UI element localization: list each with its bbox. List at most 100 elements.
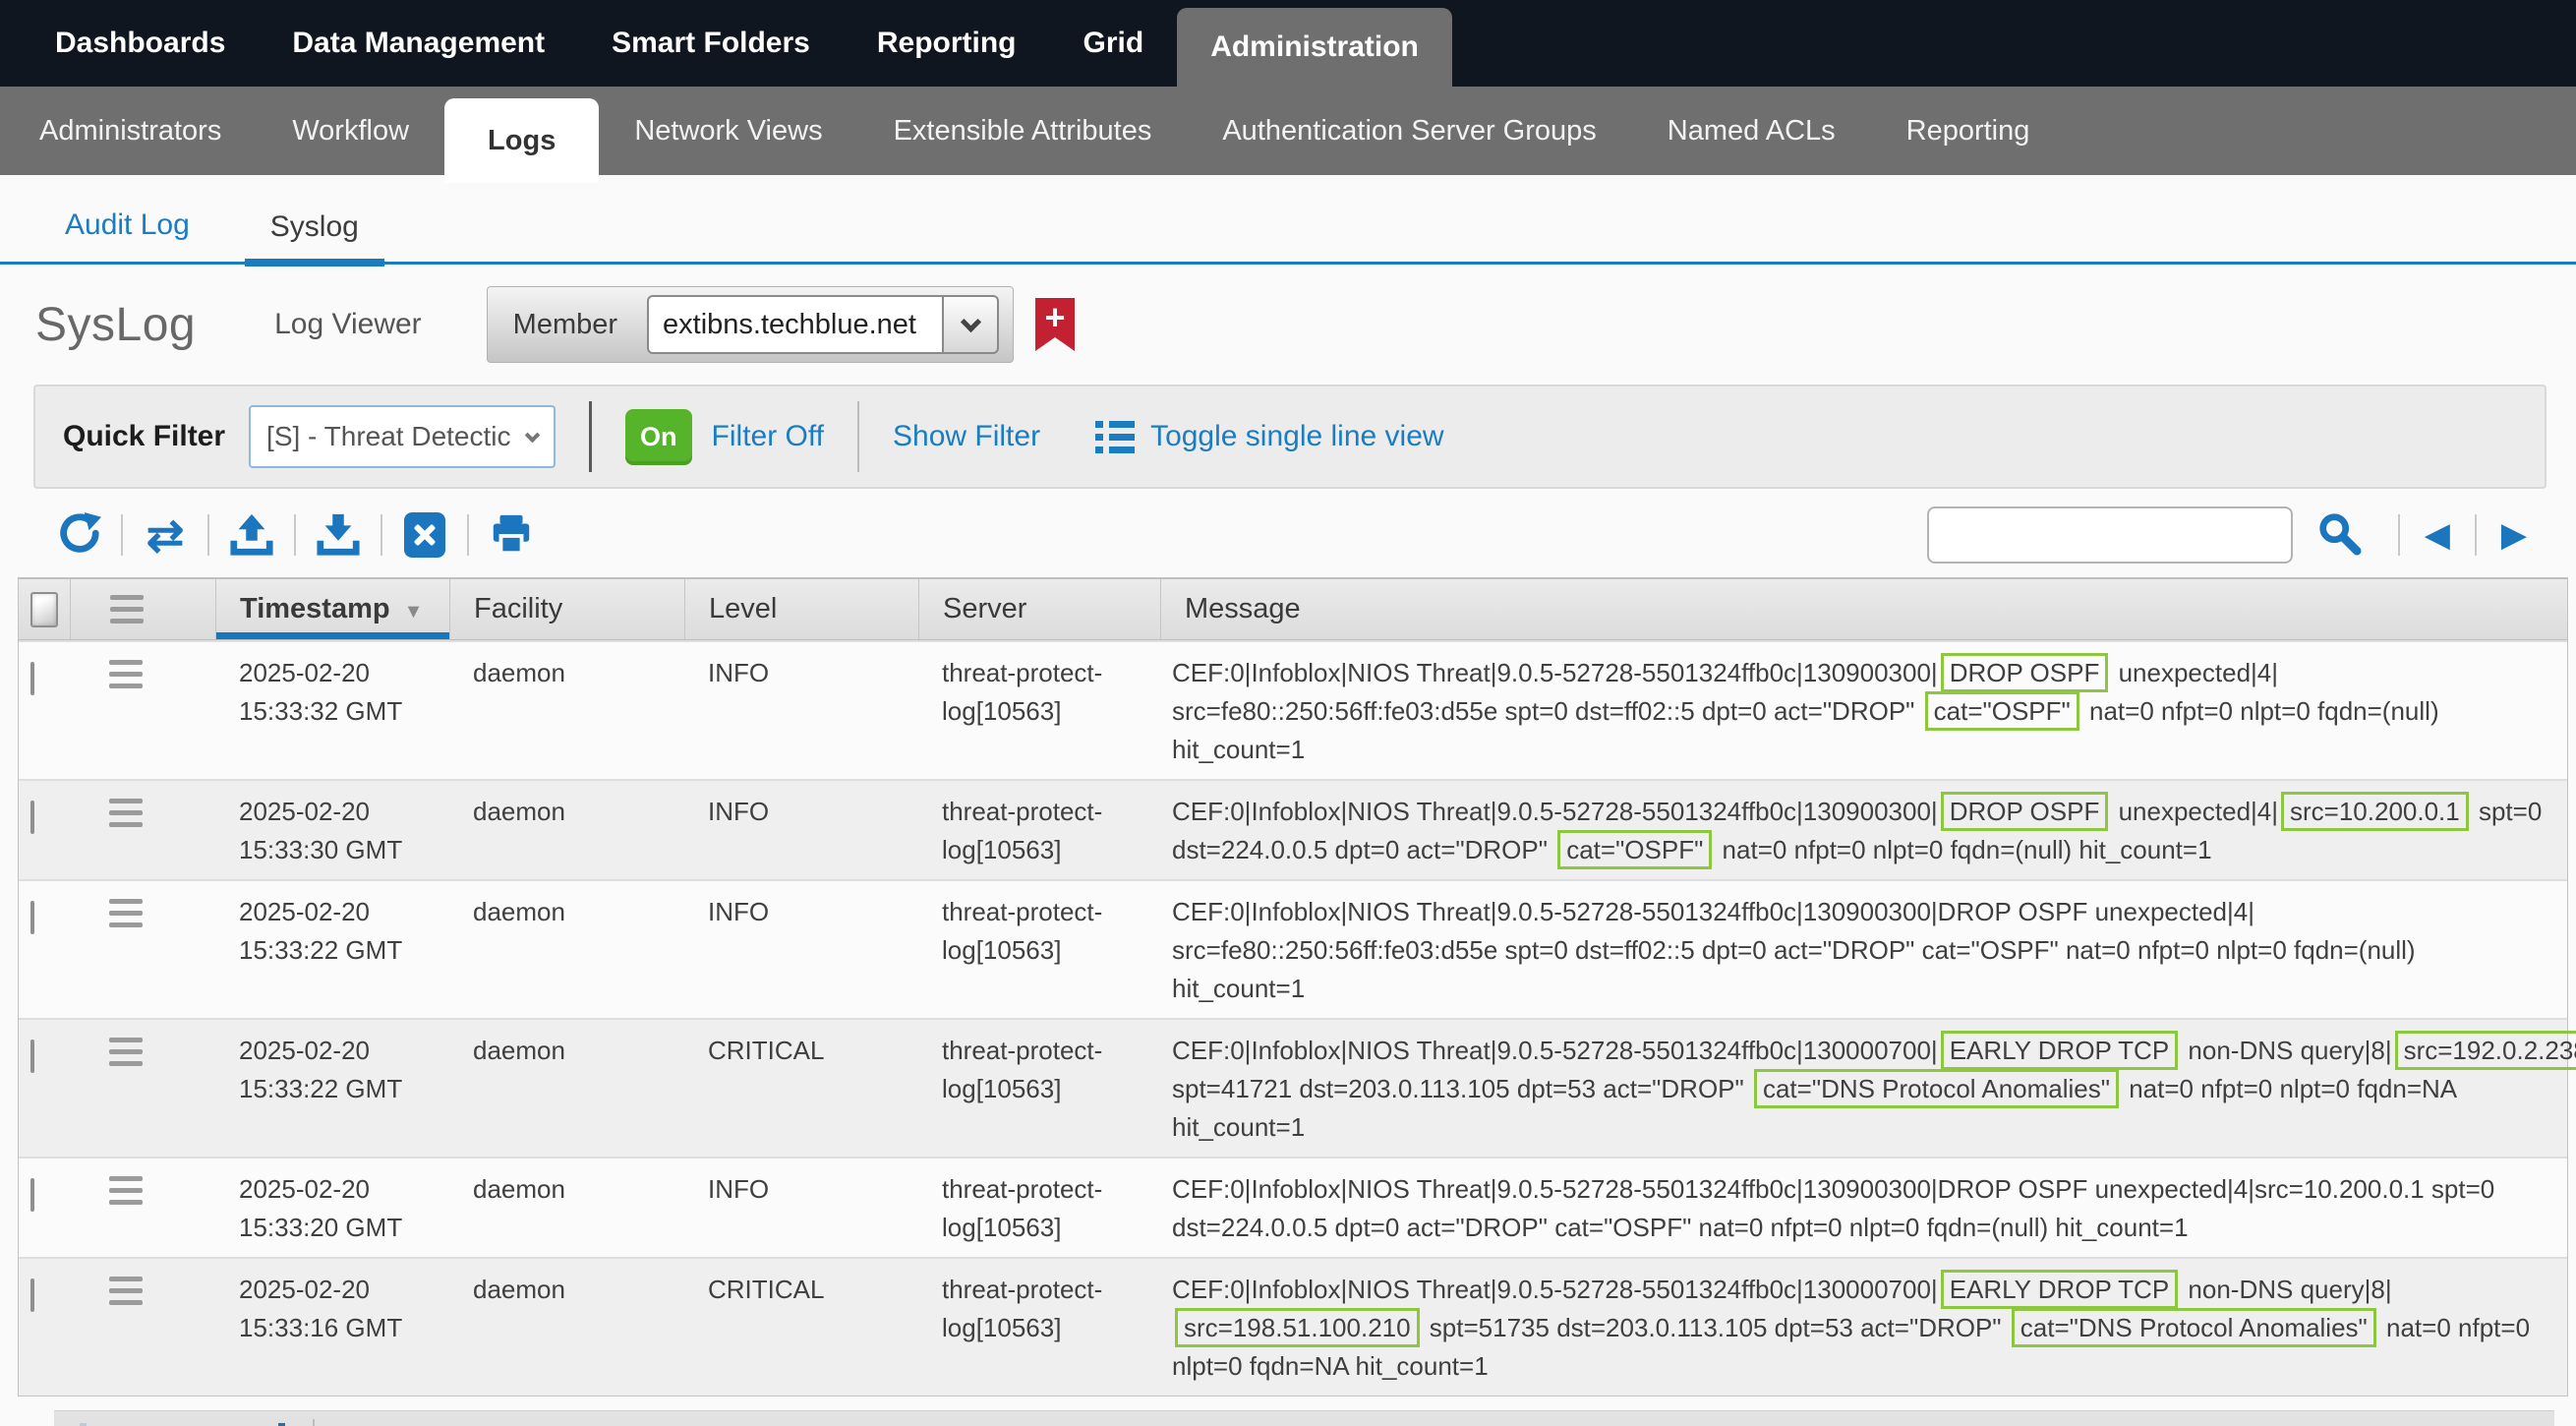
separator [294, 514, 296, 556]
nav-dashboards[interactable]: Dashboards [22, 0, 259, 87]
table-menu-icon[interactable] [110, 595, 144, 624]
subnav-reporting[interactable]: Reporting [1871, 87, 2066, 175]
subnav-named-acls[interactable]: Named ACLs [1632, 87, 1871, 175]
server-cell: threat-protect-log[10563] [918, 1159, 1160, 1257]
upload-icon[interactable] [228, 511, 275, 559]
export-icon[interactable] [401, 511, 448, 559]
grid-toolbar [55, 505, 2533, 565]
level-cell: INFO [684, 1159, 918, 1257]
message-line: src=fe80::250:56ff:fe03:d55e spt=0 dst=f… [1172, 931, 2559, 970]
row-select-cell [19, 781, 70, 879]
member-dropdown-button[interactable] [944, 295, 999, 354]
previous-page-icon [143, 1419, 168, 1426]
subnav-logs[interactable]: Logs [444, 98, 599, 183]
column-header-facility[interactable]: Facility [449, 579, 684, 639]
filter-off-link[interactable]: Filter Off [712, 420, 824, 453]
threat-highlight: cat="DNS Protocol Anomalies" [1754, 1069, 2119, 1108]
column-header-server[interactable]: Server [918, 579, 1160, 639]
row-menu-icon[interactable] [109, 1038, 215, 1066]
next-page-button[interactable] [196, 1419, 221, 1426]
table-body: 2025-02-2015:33:32 GMTdaemonINFOthreat-p… [19, 640, 2567, 1396]
separator [2475, 514, 2477, 556]
secondary-nav: Administrators Workflow Logs Network Vie… [0, 87, 2576, 175]
resync-icon[interactable] [142, 511, 189, 559]
previous-match-icon[interactable] [2419, 515, 2456, 555]
search-input[interactable] [1927, 506, 2293, 564]
row-select-cell [19, 1159, 70, 1257]
facility-cell: daemon [449, 642, 684, 779]
quick-filter-selected-value: [S] - Threat Detectic [266, 421, 510, 452]
facility-cell: daemon [449, 781, 684, 879]
bookmark-add-icon[interactable] [1035, 298, 1075, 351]
message-text: nat=0 nfpt=0 nlpt=0 fqdn=(null) hit_coun… [1715, 835, 2211, 864]
row-checkbox[interactable] [30, 662, 34, 695]
nav-data-management[interactable]: Data Management [259, 0, 578, 87]
filter-on-badge[interactable]: On [625, 409, 692, 465]
message-text: CEF:0|Infoblox|NIOS Threat|9.0.5-52728-5… [1172, 1275, 1938, 1304]
search-icon[interactable] [2316, 510, 2362, 561]
message-text: nat=0 nfpt=0 [2379, 1313, 2530, 1342]
column-header-timestamp[interactable]: Timestamp [215, 579, 449, 639]
page-title: SysLog [35, 298, 196, 352]
row-checkbox[interactable] [30, 901, 34, 934]
first-page-button[interactable] [80, 1419, 115, 1426]
tab-syslog[interactable]: Syslog [245, 203, 384, 267]
row-checkbox[interactable] [30, 1178, 34, 1212]
message-line: CEF:0|Infoblox|NIOS Threat|9.0.5-52728-5… [1172, 793, 2559, 831]
table-row: 2025-02-2015:33:32 GMTdaemonINFOthreat-p… [19, 640, 2567, 779]
threat-highlight: EARLY DROP TCP [1941, 1031, 2179, 1070]
row-menu-icon[interactable] [109, 799, 215, 827]
single-line-view-icon[interactable] [1095, 421, 1135, 453]
last-page-button[interactable] [249, 1419, 284, 1426]
previous-page-button[interactable] [143, 1419, 168, 1426]
refresh-icon[interactable] [55, 511, 102, 559]
message-text: CEF:0|Infoblox|NIOS Threat|9.0.5-52728-5… [1172, 1036, 1938, 1065]
page-header: SysLog Log Viewer Member extibns.techblu… [0, 265, 2576, 371]
message-text: src=fe80::250:56ff:fe03:d55e spt=0 dst=f… [1172, 935, 2416, 965]
first-page-icon [89, 1419, 115, 1426]
row-menu-cell [70, 1020, 215, 1157]
nav-grid[interactable]: Grid [1050, 0, 1178, 87]
nav-smart-folders[interactable]: Smart Folders [578, 0, 844, 87]
threat-highlight: EARLY DROP TCP [1941, 1270, 2179, 1309]
nav-administration[interactable]: Administration [1177, 8, 1452, 87]
row-menu-icon[interactable] [109, 1176, 215, 1205]
column-header-level[interactable]: Level [684, 579, 918, 639]
message-cell: CEF:0|Infoblox|NIOS Threat|9.0.5-52728-5… [1160, 1259, 2567, 1396]
timestamp-date: 2025-02-20 [239, 893, 449, 931]
member-combobox[interactable]: extibns.techblue.net [647, 295, 944, 354]
select-all-checkbox[interactable] [30, 592, 58, 627]
timestamp-cell: 2025-02-2015:33:16 GMT [215, 1259, 449, 1396]
message-line: CEF:0|Infoblox|NIOS Threat|9.0.5-52728-5… [1172, 654, 2559, 692]
toggle-single-line-view-link[interactable]: Toggle single line view [1150, 420, 1444, 453]
message-text: dst=224.0.0.5 dpt=0 act="DROP" cat="OSPF… [1172, 1213, 2189, 1242]
subnav-network-views[interactable]: Network Views [599, 87, 857, 175]
show-filter-link[interactable]: Show Filter [893, 420, 1040, 453]
column-header-message[interactable]: Message [1160, 579, 2567, 639]
subnav-administrators[interactable]: Administrators [4, 87, 257, 175]
row-checkbox[interactable] [30, 1278, 34, 1312]
log-viewer-label: Log Viewer [274, 308, 422, 341]
subnav-workflow[interactable]: Workflow [257, 87, 444, 175]
row-menu-cell [70, 781, 215, 879]
threat-highlight: cat="DNS Protocol Anomalies" [2012, 1308, 2376, 1347]
facility-cell: daemon [449, 881, 684, 1018]
table-row: 2025-02-2015:33:16 GMTdaemonCRITICALthre… [19, 1257, 2567, 1396]
subnav-extensible-attributes[interactable]: Extensible Attributes [858, 87, 1188, 175]
quick-filter-select[interactable]: [S] - Threat Detectic [249, 405, 556, 468]
search-zone [1927, 506, 2533, 564]
row-menu-icon[interactable] [109, 1277, 215, 1305]
nav-reporting[interactable]: Reporting [844, 0, 1050, 87]
subnav-authentication-server-groups[interactable]: Authentication Server Groups [1187, 87, 1631, 175]
download-icon[interactable] [315, 511, 362, 559]
timestamp-cell: 2025-02-2015:33:22 GMT [215, 881, 449, 1018]
row-menu-icon[interactable] [109, 660, 215, 688]
row-checkbox[interactable] [30, 801, 34, 834]
row-menu-icon[interactable] [109, 899, 215, 927]
next-match-icon[interactable] [2495, 515, 2533, 555]
tab-audit-log[interactable]: Audit Log [49, 201, 205, 262]
separator [467, 514, 469, 556]
row-checkbox[interactable] [30, 1040, 34, 1073]
row-select-cell [19, 642, 70, 779]
print-icon[interactable] [488, 511, 535, 559]
